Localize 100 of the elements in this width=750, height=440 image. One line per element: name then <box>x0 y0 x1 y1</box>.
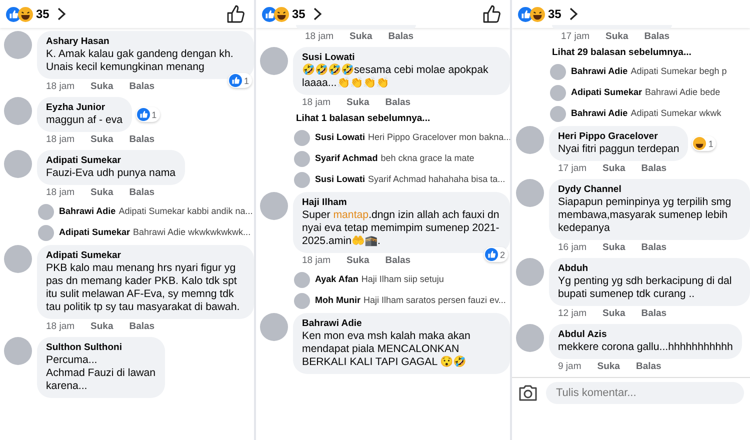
reaction-badge[interactable]: 2 <box>484 247 508 262</box>
avatar[interactable] <box>550 106 566 122</box>
chevron-right-icon[interactable] <box>313 7 322 21</box>
like-link[interactable]: Suka <box>346 97 370 109</box>
reply-preview[interactable]: Heri Pippo Gracelover mon bakna... <box>368 129 510 146</box>
avatar[interactable] <box>294 272 310 288</box>
reply-preview[interactable]: Adipati Sumekar begh p <box>630 63 727 80</box>
commenter-name[interactable]: Bahrawi Adie <box>571 105 628 122</box>
avatar[interactable] <box>38 204 54 220</box>
reply-preview[interactable]: Bahrawi Adie wkwkwkwkwk... <box>133 224 251 241</box>
avatar[interactable] <box>4 150 32 178</box>
comment-text: Nyai fitri paggun terdepan <box>558 143 680 156</box>
avatar[interactable] <box>260 47 288 75</box>
avatar[interactable] <box>550 64 566 80</box>
avatar[interactable] <box>4 245 32 273</box>
avatar[interactable] <box>260 192 288 220</box>
avatar[interactable] <box>550 84 566 100</box>
reply-link[interactable]: Balas <box>129 134 155 146</box>
like-link[interactable]: Suka <box>597 361 620 373</box>
commenter-name[interactable]: Heri Pippo Gracelover <box>558 130 680 143</box>
commenter-name[interactable]: Moh Munir <box>315 292 360 309</box>
reply-link[interactable]: Balas <box>644 31 670 43</box>
commenter-name[interactable]: Haji Ilham <box>302 196 501 209</box>
commenter-name[interactable]: Bahrawi Adie <box>571 63 628 80</box>
thumbs-up-icon[interactable] <box>482 4 502 24</box>
reply-link[interactable]: Balas <box>385 97 411 109</box>
comment-input-field[interactable]: Tulis komentar... <box>546 382 744 404</box>
reply-preview[interactable]: Haji Ilham saratos persen fauzi ev... <box>364 292 506 309</box>
comment-time: 18 jam <box>302 97 331 109</box>
like-link[interactable]: Suka <box>90 187 114 199</box>
commenter-name[interactable]: Adipati Sumekar <box>46 154 176 167</box>
reply-preview[interactable]: Adipati Sumekar kabbi andik na... <box>118 203 253 220</box>
reply-link[interactable]: Balas <box>641 242 667 254</box>
like-link[interactable]: Suka <box>90 81 114 93</box>
reply-link[interactable]: Balas <box>129 321 155 333</box>
reply-link[interactable]: Balas <box>641 308 667 320</box>
commenter-name[interactable]: Dydy Channel <box>558 183 741 196</box>
commenter-name[interactable]: Bahrawi Adie <box>59 203 116 220</box>
like-link[interactable]: Suka <box>90 134 114 146</box>
avatar[interactable] <box>516 126 544 154</box>
chevron-right-icon[interactable] <box>569 7 578 21</box>
commenter-name[interactable]: Adipati Sumekar <box>46 249 245 262</box>
commenter-name[interactable]: Sulthon Sulthoni <box>46 341 156 354</box>
reply-link[interactable]: Balas <box>641 163 667 175</box>
avatar[interactable] <box>294 130 310 146</box>
like-link[interactable]: Suka <box>606 31 628 43</box>
comment-text: Ken mon eva msh kalah maka akan mendapat piala MENCALONKAN BERKALI KALI TAPI GAGAL 😯🤣 <box>302 330 472 369</box>
reply-link[interactable]: Balas <box>388 31 414 43</box>
like-link[interactable]: Suka <box>346 255 370 267</box>
avatar[interactable] <box>294 172 310 188</box>
avatar[interactable] <box>38 224 54 240</box>
reply-preview[interactable]: Adipati Sumekar wkwk <box>630 105 722 122</box>
thumbs-up-icon[interactable] <box>226 4 246 24</box>
avatar[interactable] <box>4 31 32 59</box>
reaction-badge[interactable]: 1 <box>228 73 252 88</box>
commenter-name[interactable]: Ayak Afan <box>315 271 358 288</box>
comment-text: Super mantap.dngn izin allah ach fauxi dn nyai eva tetap memimpim sumenep 2021-2025.amin🤲🕋. <box>302 209 500 248</box>
reaction-badge[interactable]: 1 <box>692 136 716 151</box>
commenter-name[interactable]: Syarif Achmad <box>315 150 378 167</box>
commenter-name[interactable]: Abduh <box>558 262 741 275</box>
avatar[interactable] <box>4 97 32 125</box>
avatar[interactable] <box>294 292 310 308</box>
commenter-name[interactable]: Eyzha Junior <box>46 101 123 114</box>
reply-link[interactable]: Balas <box>129 81 155 93</box>
view-previous-replies-link[interactable]: Lihat 29 balasan sebelumnya... <box>516 47 750 59</box>
commenter-name[interactable]: Susi Lowati <box>315 171 366 188</box>
reply-preview[interactable]: beh ckna grace la mate <box>380 150 474 167</box>
view-previous-replies-link[interactable]: Lihat 1 balasan sebelumnya... <box>260 113 510 125</box>
reaction-badge[interactable]: 1 <box>136 107 160 122</box>
commenter-name[interactable]: Ashary Hasan <box>46 35 245 48</box>
commenter-name[interactable]: Abdul Azis <box>558 328 733 341</box>
avatar[interactable] <box>516 258 544 286</box>
like-link[interactable]: Suka <box>350 31 372 43</box>
commenter-name[interactable]: Adipati Sumekar <box>571 84 642 101</box>
like-link[interactable]: Suka <box>602 242 626 254</box>
comment-text: 🤣🤣🤣🤣sesama cebi molae apokpak laaaa...👏👏👏👏 <box>302 64 490 90</box>
avatar[interactable] <box>516 324 544 352</box>
reply-link[interactable]: Balas <box>385 255 411 267</box>
commenter-name[interactable]: Bahrawi Adie <box>302 317 501 330</box>
avatar[interactable] <box>260 313 288 341</box>
reply-link[interactable]: Balas <box>129 187 155 199</box>
comment-time: 18 jam <box>305 31 334 43</box>
like-link[interactable]: Suka <box>602 163 626 175</box>
commenter-name[interactable]: Susi Lowati <box>302 51 501 64</box>
reply-preview[interactable]: Syarif Achmad hahahaha bisa ta... <box>368 171 506 188</box>
avatar[interactable] <box>516 179 544 207</box>
avatar[interactable] <box>4 337 32 365</box>
comment-text: PKB kalo mau menang hrs nyari figur yg pas dn memang kader PKB. Kalo tdk spt itu sulit melawan AF-Eva, sy memng tdk tau politik tp sy tau masyarakat di bawah. <box>46 262 241 314</box>
reply-preview[interactable]: Bahrawi Adie bede <box>645 84 720 101</box>
commenter-name[interactable]: Susi Lowati <box>315 129 366 146</box>
chevron-right-icon[interactable] <box>57 7 66 21</box>
camera-icon[interactable] <box>518 384 538 402</box>
reply-link[interactable]: Balas <box>636 361 662 373</box>
like-link[interactable]: Suka <box>90 321 114 333</box>
avatar[interactable] <box>294 150 310 166</box>
commenter-name[interactable]: Adipati Sumekar <box>59 224 130 241</box>
like-link[interactable]: Suka <box>602 308 626 320</box>
reply-preview[interactable]: Haji Ilham siip setuju <box>361 271 444 288</box>
reaction-count: 1 <box>244 76 249 86</box>
comment-text: Fauzi-Eva udh punya nama <box>46 167 176 180</box>
